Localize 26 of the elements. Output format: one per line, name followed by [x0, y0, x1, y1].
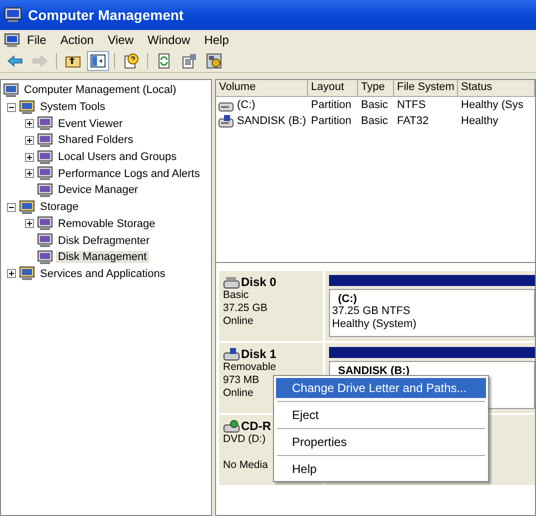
table-cell-text: SANDISK (B:) — [236, 115, 308, 127]
table-cell-text: Basic — [360, 99, 389, 111]
disk-info: Online — [223, 315, 254, 328]
disk-info: No Media — [223, 459, 268, 472]
table-cell-text: Healthy (Sys — [460, 99, 524, 111]
disk-info: Basic — [223, 289, 249, 302]
disk-info: 973 MB — [223, 374, 260, 387]
partition-name: SANDISK (B:) — [337, 365, 410, 377]
partition-info: 37.25 GB NTFS — [332, 305, 412, 318]
disk-info: Online — [223, 387, 254, 400]
disk-name: CD-R — [241, 419, 271, 433]
table-cell-text: Partition — [310, 115, 352, 127]
window-title: Computer Management — [28, 7, 184, 23]
disk-info: Removable — [223, 361, 276, 374]
disk-info: DVD (D:) — [223, 433, 266, 446]
disk-name: Disk 0 — [241, 275, 276, 289]
table-cell-text: Partition — [310, 99, 352, 111]
table-cell-text: Basic — [360, 115, 389, 127]
table-cell-text: (C:) — [236, 99, 256, 111]
partition-info: Healthy (System) — [332, 318, 418, 331]
disk-name: Disk 1 — [241, 347, 276, 361]
partition-name: (C:) — [337, 293, 358, 305]
table-cell-text: FAT32 — [396, 115, 430, 127]
disk-info: 37.25 GB — [223, 302, 268, 315]
table-cell-text: NTFS — [396, 99, 427, 111]
table-cell-text: Healthy — [460, 115, 500, 127]
